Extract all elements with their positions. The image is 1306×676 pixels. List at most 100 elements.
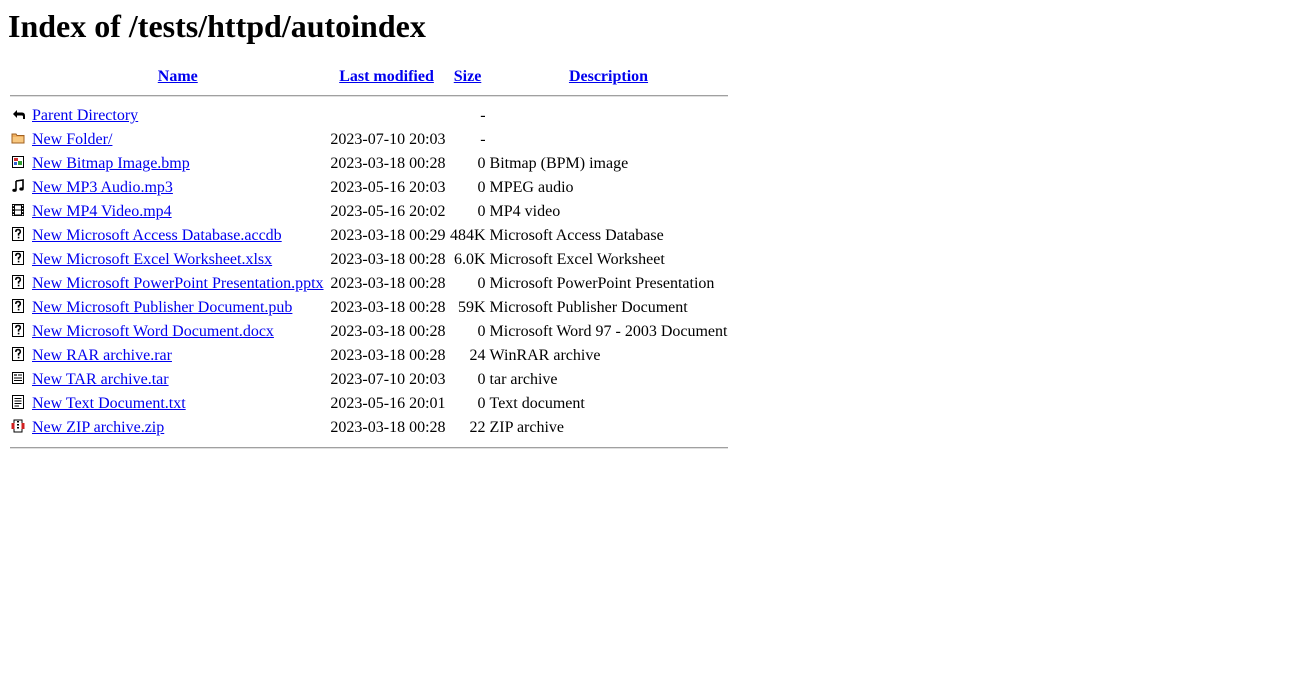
file-link[interactable]: New Microsoft Publisher Document.pub: [32, 299, 292, 316]
description-cell: [489, 129, 729, 151]
size-cell: 0: [477, 179, 486, 196]
listing-row: New Bitmap Image.bmp 2023-03-18 00:28 0 Bit…: [10, 153, 728, 175]
date-cell: 2023-05-16 20:01: [330, 395, 446, 412]
listing-row: New Microsoft Access Database.accdb 2023-…: [10, 225, 728, 247]
description-cell: [489, 105, 729, 127]
date-cell: 2023-07-10 20:03: [330, 131, 446, 148]
listing-row: New Microsoft Word Document.docx 2023-03-…: [10, 321, 728, 343]
file-link[interactable]: New Text Document.txt: [32, 395, 186, 412]
size-cell: 6.0K: [453, 251, 486, 268]
date-cell: [327, 105, 447, 127]
file-link[interactable]: New Bitmap Image.bmp: [32, 155, 190, 172]
text-icon: [11, 395, 25, 409]
date-cell: 2023-03-18 00:28: [330, 275, 446, 292]
date-cell: 2023-05-16 20:02: [330, 203, 446, 220]
description-cell: Microsoft PowerPoint Presentation: [489, 275, 715, 292]
date-cell: 2023-03-18 00:28: [330, 155, 446, 172]
name-cell: New Microsoft Publisher Document.pub: [31, 297, 325, 319]
name-cell: New Text Document.txt: [31, 393, 325, 415]
file-link[interactable]: New Microsoft Word Document.docx: [32, 323, 274, 340]
listing-row: New Microsoft PowerPoint Presentation.pp…: [10, 273, 728, 295]
file-link[interactable]: New MP3 Audio.mp3: [32, 179, 173, 196]
parent-directory-link[interactable]: Parent Directory: [32, 107, 138, 124]
listing-row: New Microsoft Excel Worksheet.xlsx 2023-0…: [10, 249, 728, 271]
description-cell: MP4 video: [489, 203, 561, 220]
icon-cell: [10, 321, 29, 343]
icon-cell: [10, 105, 29, 127]
top-rule-cell: [10, 89, 729, 103]
description-cell: Text document: [489, 395, 585, 412]
date-cell: 2023-03-18 00:28: [330, 251, 446, 268]
icon-cell: [10, 297, 29, 319]
icon-cell: [10, 417, 29, 439]
unknown-icon: [11, 251, 25, 265]
size-cell: 59K: [457, 299, 486, 316]
description-cell: MPEG audio: [489, 179, 574, 196]
date-cell: 2023-03-18 00:28: [330, 419, 446, 436]
listing-row: New MP4 Video.mp4 2023-05-16 20:02 0 MP4 vi…: [10, 201, 728, 223]
size-cell: 0: [477, 323, 486, 340]
file-link[interactable]: New Microsoft Access Database.accdb: [32, 227, 282, 244]
description-cell: Microsoft Access Database: [489, 227, 664, 244]
listing-row: New Microsoft Publisher Document.pub 2023…: [10, 297, 728, 319]
description-cell: ZIP archive: [489, 419, 565, 436]
name-cell: New RAR archive.rar: [31, 345, 325, 367]
compressed-icon: [11, 419, 25, 433]
description-column-header: Description: [489, 67, 729, 87]
size-cell: 0: [477, 395, 486, 412]
listing-row: New ZIP archive.zip 2023-03-18 00:28 22 ZIP…: [10, 417, 728, 439]
name-cell: Parent Directory: [31, 105, 325, 127]
bottom-rule-cell: [10, 441, 729, 455]
date-cell: 2023-03-18 00:28: [330, 323, 446, 340]
size-cell: -: [480, 107, 486, 124]
name-cell: New MP3 Audio.mp3: [31, 177, 325, 199]
listing-body: Parent Directory - New Folder/2023-07-10…: [10, 105, 728, 439]
listing-row: New RAR archive.rar 2023-03-18 00:28 24 Win…: [10, 345, 728, 367]
file-link[interactable]: New Folder/: [32, 131, 112, 148]
name-cell: New MP4 Video.mp4: [31, 201, 325, 223]
file-link[interactable]: New RAR archive.rar: [32, 347, 172, 364]
bottom-rule-row: [10, 441, 729, 455]
icon-cell: [10, 225, 29, 247]
date-cell: 2023-03-18 00:29: [330, 227, 446, 244]
sort-by-description-link[interactable]: Description: [569, 68, 648, 85]
description-cell: Microsoft Word 97 - 2003 Document: [489, 323, 728, 340]
file-link[interactable]: New Microsoft PowerPoint Presentation.pp…: [32, 275, 324, 292]
file-link[interactable]: New ZIP archive.zip: [32, 419, 164, 436]
sort-by-size-link[interactable]: Size: [454, 68, 482, 85]
size-cell: 24: [469, 347, 486, 364]
archive-icon: [11, 371, 25, 385]
size-cell: -: [480, 131, 486, 148]
icon-cell: [10, 393, 29, 415]
sort-by-name-link[interactable]: Name: [158, 68, 198, 85]
size-cell: 0: [477, 155, 486, 172]
image-icon: [11, 155, 25, 169]
icon-cell: [10, 153, 29, 175]
size-cell: 22: [469, 419, 486, 436]
description-cell: Microsoft Excel Worksheet: [489, 251, 665, 268]
back-icon: [11, 107, 25, 121]
icon-cell: [10, 129, 29, 151]
name-cell: New Folder/: [31, 129, 325, 151]
size-cell: 0: [477, 203, 486, 220]
name-cell: New Microsoft Word Document.docx: [31, 321, 325, 343]
icon-cell: [10, 369, 29, 391]
description-cell: tar archive: [489, 371, 558, 388]
unknown-icon: [11, 227, 25, 241]
name-cell: New ZIP archive.zip: [31, 417, 325, 439]
directory-listing-table: Name Last modified Size Description Pare…: [8, 65, 730, 457]
sort-by-last-modified-link[interactable]: Last modified: [339, 68, 434, 85]
name-column-header: Name: [31, 67, 325, 87]
file-link[interactable]: New Microsoft Excel Worksheet.xlsx: [32, 251, 272, 268]
size-cell: 484K: [449, 227, 486, 244]
icon-cell: [10, 273, 29, 295]
top-divider: [10, 95, 729, 97]
unknown-icon: [11, 299, 25, 313]
file-link[interactable]: New MP4 Video.mp4: [32, 203, 172, 220]
page-title: Index of /tests/httpd/autoindex: [8, 8, 426, 44]
icon-cell: [10, 345, 29, 367]
date-cell: 2023-05-16 20:03: [330, 179, 446, 196]
name-cell: New TAR archive.tar: [31, 369, 325, 391]
file-link[interactable]: New TAR archive.tar: [32, 371, 169, 388]
sound-icon: [11, 179, 25, 193]
